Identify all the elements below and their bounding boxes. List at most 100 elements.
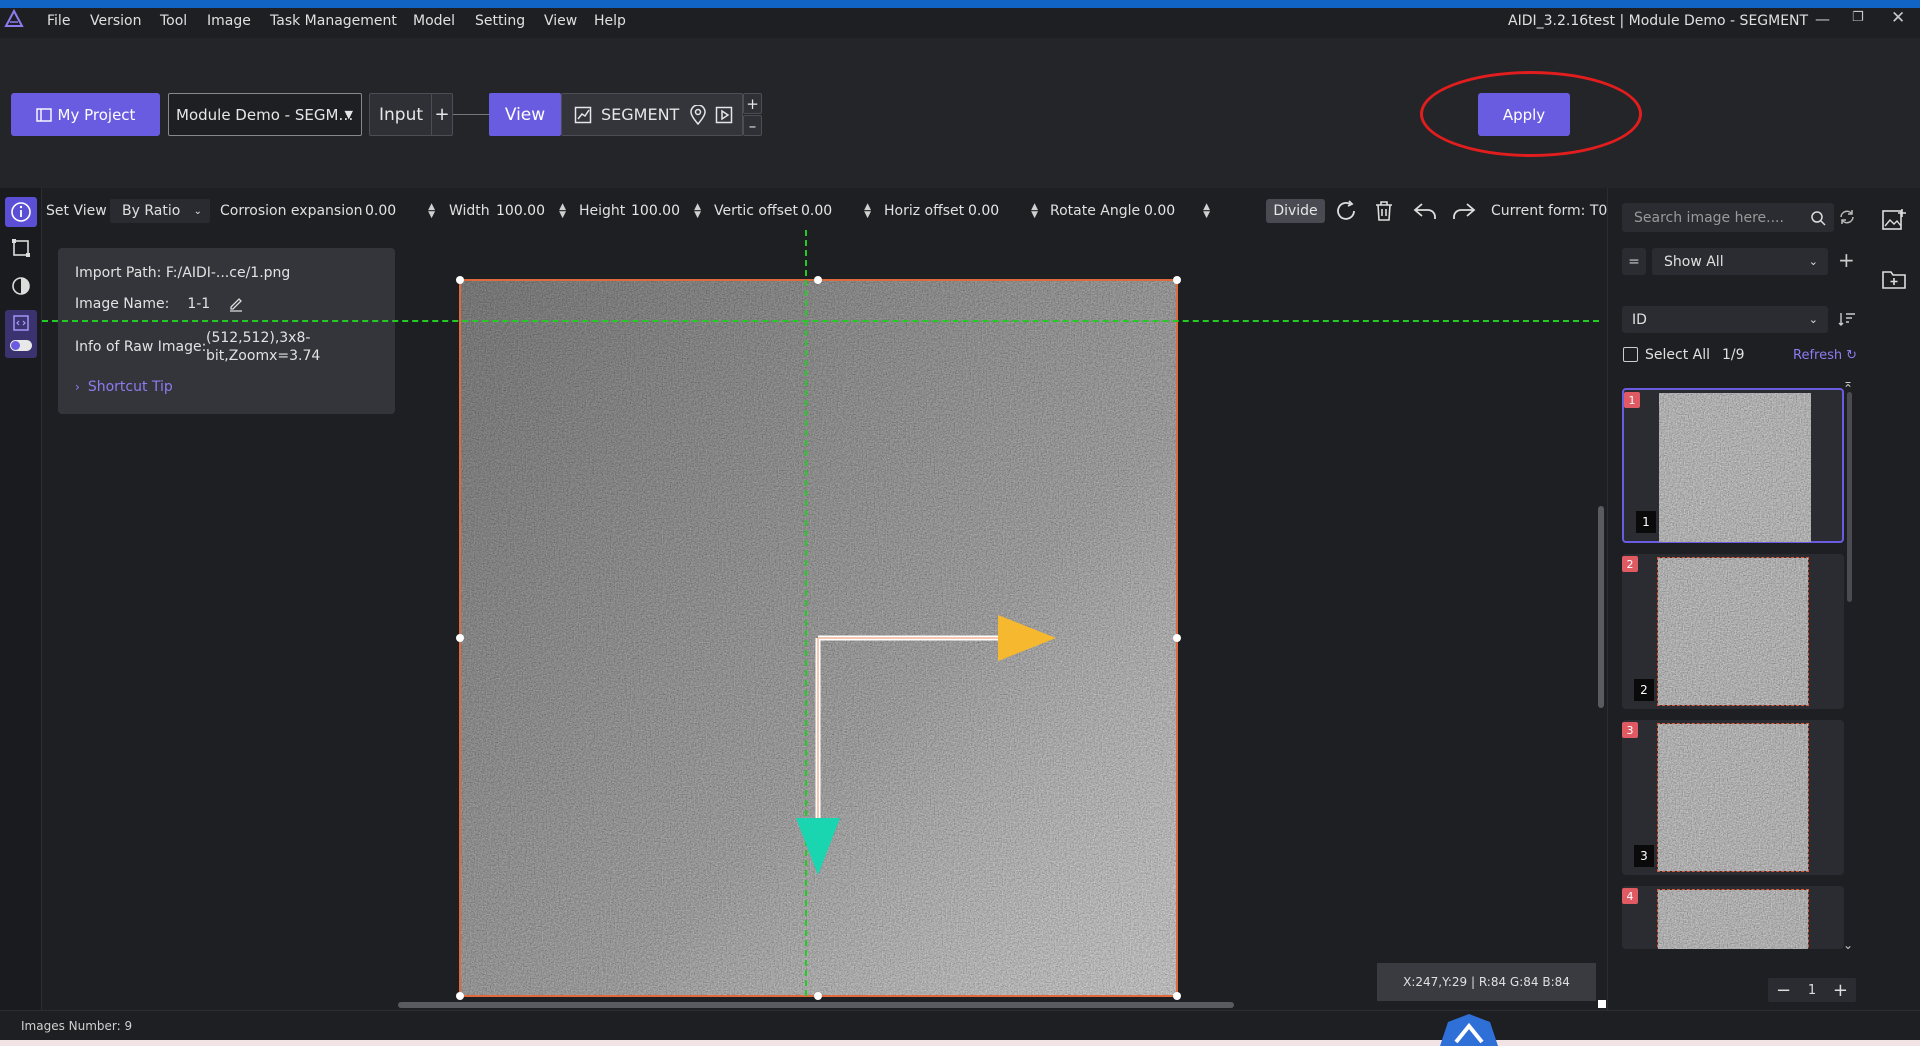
menu-task-management[interactable]: Task Management <box>270 13 397 29</box>
resize-handle-left[interactable] <box>456 634 464 642</box>
divide-button[interactable]: Divide <box>1266 199 1325 223</box>
width-input[interactable]: 100.00 ▲ ▼ <box>496 199 566 223</box>
sort-select[interactable]: ID ⌄ <box>1622 306 1828 333</box>
thumbnail-card[interactable]: 4 <box>1622 886 1844 949</box>
menu-help[interactable]: Help <box>594 13 626 29</box>
view-node-button[interactable]: View <box>489 93 561 136</box>
height-input[interactable]: 100.00 ▲ ▼ <box>631 199 701 223</box>
roi-axis-arrows[interactable] <box>790 605 1070 885</box>
menu-setting[interactable]: Setting <box>475 13 525 29</box>
spin-arrows-icon[interactable]: ▲ ▼ <box>864 203 871 220</box>
view-mode-select[interactable]: By Ratio ⌄ <box>110 199 210 223</box>
close-icon[interactable]: ✕ <box>1891 8 1905 28</box>
project-select[interactable]: Module Demo - SEGM… ▼ <box>168 93 362 136</box>
plus-small-icon: + <box>746 94 759 113</box>
contrast-icon[interactable] <box>11 276 31 296</box>
rotate-angle-input[interactable]: 0.00 ▲ ▼ <box>1144 199 1210 223</box>
menu-view[interactable]: View <box>544 13 577 29</box>
thumb-texture <box>1658 558 1808 705</box>
location-pin-icon[interactable] <box>689 104 707 125</box>
window-title: AIDI_3.2.16test | Module Demo - SEGMENT <box>1508 13 1809 29</box>
thumbnail-badge: 4 <box>1622 888 1638 904</box>
add-image-icon[interactable] <box>1881 208 1907 232</box>
menu-image[interactable]: Image <box>207 13 251 29</box>
scroll-top-icon[interactable]: ⌅ <box>1843 376 1853 390</box>
play-frame-icon[interactable] <box>715 106 733 124</box>
corrosion-expansion-input[interactable]: 0.00 ▲ ▼ <box>365 199 435 223</box>
my-project-button[interactable]: My Project <box>11 93 160 136</box>
restore-icon[interactable]: ❐ <box>1852 10 1864 25</box>
menu-version[interactable]: Version <box>90 13 141 29</box>
minus-icon[interactable]: − <box>1776 980 1791 1001</box>
chevron-down-icon: ⌄ <box>1808 255 1818 268</box>
add-folder-icon[interactable] <box>1881 268 1907 290</box>
refresh-link[interactable]: Refresh ↻ <box>1793 348 1857 363</box>
spin-arrows-icon[interactable]: ▲ ▼ <box>428 203 435 220</box>
page-stepper[interactable]: − 1 + <box>1768 978 1856 1002</box>
add-module-button[interactable]: + <box>743 93 762 114</box>
plus-icon[interactable]: + <box>1833 980 1848 1001</box>
thumbnail-card[interactable]: 1 1 <box>1622 388 1844 543</box>
resize-handle-br[interactable] <box>1173 992 1181 1000</box>
filter-select[interactable]: Show All ⌄ <box>1652 248 1828 275</box>
thumbnail-image <box>1657 723 1809 872</box>
sync-icon[interactable] <box>1838 208 1856 226</box>
resize-handle-tl[interactable] <box>456 276 464 284</box>
rotate-refresh-icon[interactable] <box>1334 199 1358 223</box>
horizontal-guide-line <box>42 320 1599 322</box>
spin-arrows-icon[interactable]: ▲ ▼ <box>1031 203 1038 220</box>
resize-handle-bottom[interactable] <box>814 992 822 1000</box>
spin-arrows-icon[interactable]: ▲ ▼ <box>1203 203 1210 220</box>
app-window: File Version Tool Image Task Management … <box>0 0 1920 1046</box>
thumbnail-badge: 2 <box>1622 556 1638 572</box>
project-icon <box>35 107 52 122</box>
sort-order-icon[interactable] <box>1838 311 1856 327</box>
scroll-bottom-icon[interactable]: ⌄ <box>1843 938 1853 952</box>
minimize-icon[interactable]: — <box>1815 10 1830 28</box>
thumbnail-card[interactable]: 2 2 <box>1622 554 1844 709</box>
pixel-coordinate-readout: X:247,Y:29 | R:84 G:84 B:84 <box>1377 963 1596 1001</box>
search-icon[interactable] <box>1810 210 1826 226</box>
thumbnail-card[interactable]: 3 3 <box>1622 720 1844 875</box>
resize-handle-tr[interactable] <box>1173 276 1181 284</box>
resize-handle-bl[interactable] <box>456 992 464 1000</box>
add-node-button[interactable]: + <box>431 93 453 136</box>
add-filter-icon[interactable]: + <box>1838 248 1855 272</box>
floating-assistant-icon[interactable] <box>1436 1012 1502 1046</box>
roi-tool-group[interactable] <box>5 310 37 358</box>
remove-module-button[interactable]: – <box>743 115 762 136</box>
search-input[interactable]: Search image here.... <box>1622 203 1834 232</box>
input-node-button[interactable]: Input <box>369 93 433 136</box>
spin-arrows-icon[interactable]: ▲ ▼ <box>694 203 701 220</box>
equals-icon: = <box>1628 253 1640 270</box>
redo-icon[interactable] <box>1451 200 1477 222</box>
filter-operator-button[interactable]: = <box>1622 248 1646 275</box>
resize-handle-top[interactable] <box>814 276 822 284</box>
taskbar-strip <box>0 1040 1920 1046</box>
vertical-scrollbar[interactable] <box>1598 506 1604 708</box>
select-all-checkbox[interactable] <box>1623 347 1638 362</box>
undo-icon[interactable] <box>1412 200 1438 222</box>
crop-frame-icon[interactable] <box>11 238 31 258</box>
shortcut-tip-link[interactable]: › Shortcut Tip <box>75 379 173 395</box>
canvas-corner-marker <box>1598 1000 1606 1008</box>
sort-value: ID <box>1632 311 1647 328</box>
roi-toggle[interactable] <box>10 340 32 351</box>
thumbnail-scrollbar[interactable] <box>1847 392 1852 602</box>
segment-node-button[interactable]: SEGMENT <box>561 93 743 136</box>
vertic-offset-input[interactable]: 0.00 ▲ ▼ <box>801 199 871 223</box>
trash-icon[interactable] <box>1373 199 1395 223</box>
horiz-offset-input[interactable]: 0.00 ▲ ▼ <box>968 199 1038 223</box>
resize-handle-right[interactable] <box>1173 634 1181 642</box>
spin-arrows-icon[interactable]: ▲ ▼ <box>559 203 566 220</box>
menu-file[interactable]: File <box>47 13 70 29</box>
import-path-value: F:/AIDI-...ce/1.png <box>165 265 291 281</box>
menu-tool[interactable]: Tool <box>160 13 187 29</box>
edit-pencil-icon[interactable] <box>228 296 244 312</box>
horizontal-scrollbar[interactable] <box>398 1002 1234 1008</box>
apply-button[interactable]: Apply <box>1478 93 1570 136</box>
select-all-label: Select All <box>1645 347 1710 363</box>
info-tool-button[interactable] <box>5 197 37 227</box>
menu-model[interactable]: Model <box>413 13 455 29</box>
height-value: 100.00 <box>631 203 680 219</box>
